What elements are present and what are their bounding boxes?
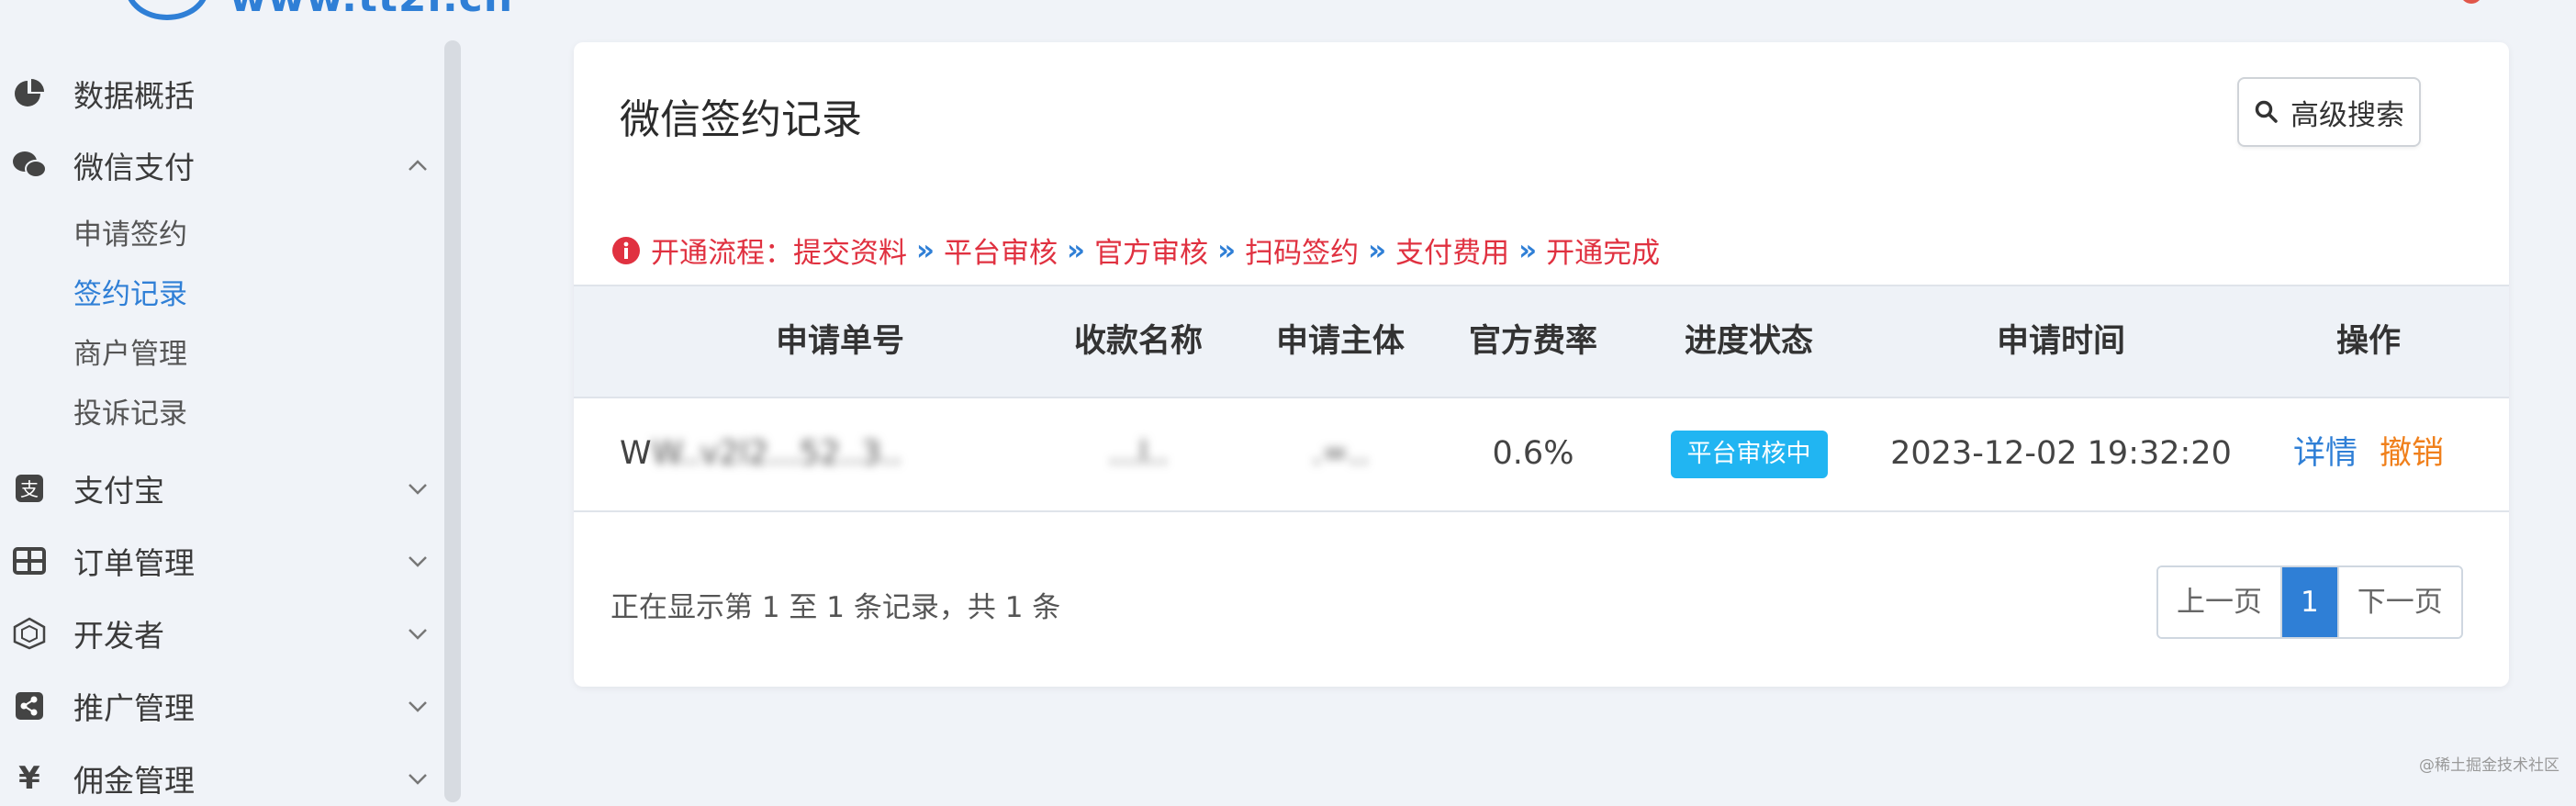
cell-status: 平台审核中: [1630, 397, 1868, 510]
pie-chart-icon: [11, 75, 48, 112]
chevron-down-icon: [409, 556, 427, 567]
chevron-down-icon: [409, 629, 427, 640]
developer-icon: [11, 615, 48, 652]
advanced-search-label: 高级搜索: [2290, 98, 2404, 132]
yen-icon: ¥: [18, 760, 40, 797]
watermark: @稀土掘金技术社区: [2419, 756, 2559, 775]
flow-step: 支付费用: [1395, 237, 1510, 270]
column-header-order-no[interactable]: 申请单号: [647, 286, 1033, 397]
cell-time: 2023-12-02 19:32:20: [1890, 435, 2232, 472]
detail-link[interactable]: 详情: [2293, 435, 2358, 472]
order-no-redacted: W..v2l2...52..3..: [651, 435, 902, 472]
page-title: 微信签约记录: [620, 96, 862, 143]
flow-step: 扫码签约: [1245, 237, 1360, 270]
alipay-icon: 支: [11, 470, 48, 507]
column-header-actions: 操作: [2335, 323, 2401, 360]
cell-subject: .=..: [1311, 435, 1370, 472]
cell-actions: 详情 撤销: [2254, 397, 2483, 510]
advanced-search-button[interactable]: 高级搜索: [2237, 77, 2421, 147]
sidebar-item-overview[interactable]: 数据概括: [0, 66, 441, 121]
sidebar-item-label: 佣金管理: [73, 763, 195, 799]
svg-text:支: 支: [20, 478, 39, 500]
flow-step: 平台审核: [944, 237, 1058, 270]
sidebar-item-label: 推广管理: [73, 690, 195, 726]
prev-page-button[interactable]: 上一页: [2158, 567, 2280, 637]
column-header-rate[interactable]: 官方费率: [1437, 286, 1630, 397]
sidebar-item-alipay[interactable]: 支 支付宝: [0, 461, 441, 516]
table-header: 申请单号 收款名称 申请主体 官方费率 进度状态 申请时间 操作: [574, 285, 2509, 398]
chevron-up-icon: [409, 160, 427, 171]
cell-order-no: WW..v2l2...52..3..: [620, 397, 1033, 510]
revoke-link[interactable]: 撤销: [2380, 435, 2444, 472]
onboarding-flow: 开通流程： 提交资料 » 平台审核 » 官方审核 » 扫码签约 » 支付费用 »…: [610, 229, 1660, 271]
sidebar-item-orders[interactable]: 订单管理: [0, 533, 441, 588]
flow-step: 开通完成: [1546, 237, 1661, 270]
sidebar-subitem-sign-records[interactable]: 签约记录: [73, 271, 187, 312]
sidebar-subitem-apply[interactable]: 申请签约: [73, 211, 187, 252]
sidebar-subitem-merchant[interactable]: 商户管理: [73, 330, 187, 372]
sidebar-item-wechat-pay[interactable]: 微信支付: [0, 138, 441, 193]
chevron-down-icon: [409, 701, 427, 712]
wechat-icon: [11, 147, 48, 184]
order-no-initial: W: [620, 435, 652, 472]
page-1-button[interactable]: 1: [2280, 567, 2337, 637]
records-info: 正在显示第 1 至 1 条记录，共 1 条: [610, 591, 1061, 624]
status-badge: 平台审核中: [1670, 431, 1828, 478]
notification-dot: [2460, 0, 2482, 4]
info-icon: [612, 236, 640, 264]
sidebar-item-label: 数据概括: [73, 78, 195, 114]
sidebar-item-label: 开发者: [73, 618, 164, 654]
double-chevron-icon: »: [1518, 233, 1538, 267]
next-page-button[interactable]: 下一页: [2336, 567, 2461, 637]
logo-mark: [125, 0, 209, 20]
sidebar-item-commission[interactable]: ¥ 佣金管理: [0, 751, 441, 806]
table-row: WW..v2l2...52..3.. ...l.. .=.. 0.6% 平台审核…: [574, 397, 2509, 512]
double-chevron-icon: »: [1217, 233, 1237, 267]
pagination: 上一页 1 下一页: [2156, 565, 2463, 639]
column-header-status[interactable]: 进度状态: [1630, 286, 1868, 397]
double-chevron-icon: »: [1368, 233, 1387, 267]
column-header-time[interactable]: 申请时间: [1868, 286, 2254, 397]
sidebar-subitem-complaints[interactable]: 投诉记录: [73, 390, 187, 431]
sidebar-item-label: 支付宝: [73, 473, 164, 509]
cell-rate: 0.6%: [1492, 435, 1574, 472]
sidebar-item-promotion[interactable]: 推广管理: [0, 678, 441, 733]
flow-prefix: 开通流程：: [651, 237, 793, 270]
sidebar-item-label: 订单管理: [73, 545, 195, 581]
sidebar-item-label: 微信支付: [73, 150, 195, 185]
share-icon: [11, 688, 48, 724]
flow-step: 提交资料: [793, 237, 907, 270]
chevron-down-icon: [409, 774, 427, 785]
column-header-payee[interactable]: 收款名称: [1033, 286, 1244, 397]
sidebar-item-developer[interactable]: 开发者: [0, 606, 441, 661]
sidebar-scrollbar[interactable]: [444, 40, 461, 802]
flow-step: 官方审核: [1094, 237, 1209, 270]
column-header-subject[interactable]: 申请主体: [1244, 286, 1437, 397]
logo-text: www.tt2r.cn: [230, 0, 513, 21]
cell-payee: ...l..: [1108, 435, 1169, 472]
search-icon: [2255, 100, 2278, 123]
sign-records-card: 微信签约记录 高级搜索 开通流程： 提交资料 » 平台审核 » 官方审核 » 扫…: [574, 42, 2509, 687]
double-chevron-icon: »: [916, 233, 935, 267]
chevron-down-icon: [409, 484, 427, 495]
double-chevron-icon: »: [1067, 233, 1086, 267]
table-icon: [11, 543, 48, 579]
